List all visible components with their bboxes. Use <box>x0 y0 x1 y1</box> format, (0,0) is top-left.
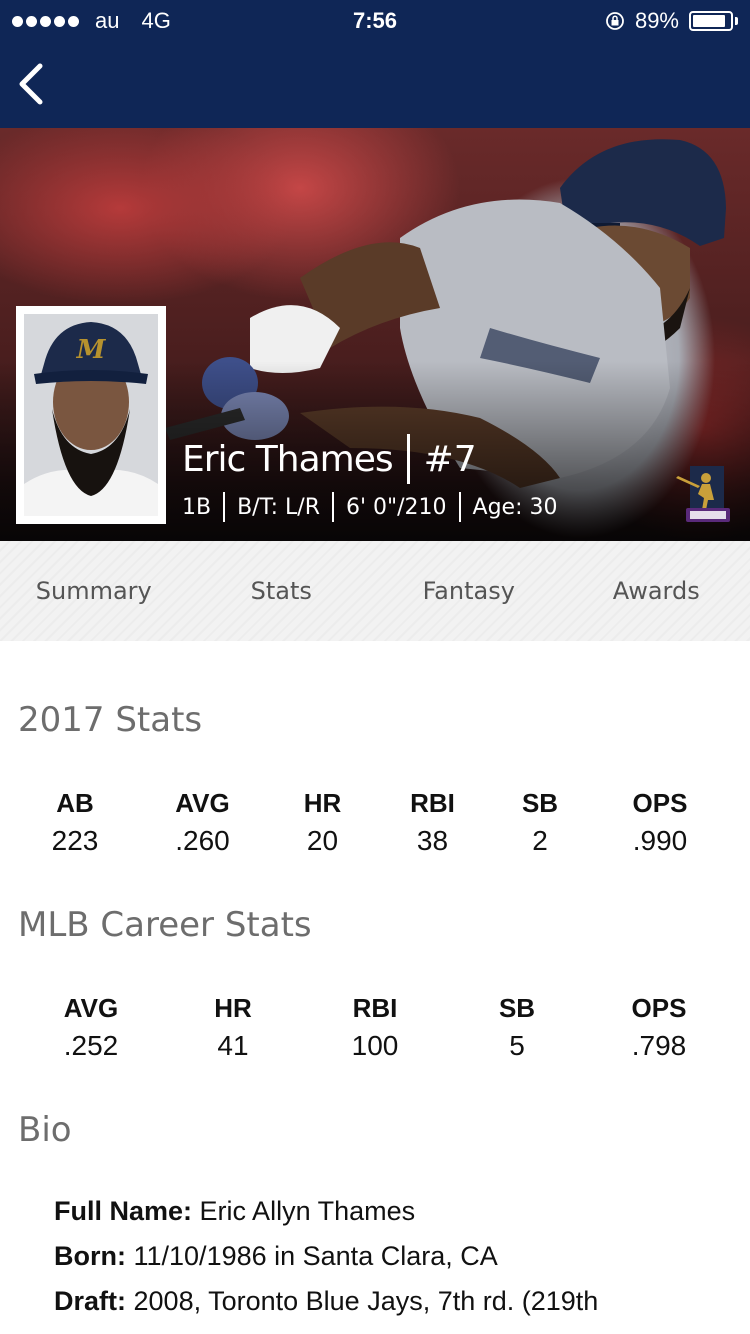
headshot-image: M <box>24 314 158 516</box>
season-stats-title: 2017 Stats <box>18 700 203 740</box>
stat-value: 41 <box>217 1030 249 1061</box>
stat-header: HR <box>214 993 252 1023</box>
season-stats-row: AB 223 AVG .260 HR 20 RBI 38 SB 2 OPS .990 <box>0 788 750 857</box>
stat-column: SB 5 <box>446 993 588 1062</box>
stat-header: AB <box>56 788 94 818</box>
stat-header: OPS <box>632 788 688 818</box>
battery-percent: 89% <box>634 8 679 33</box>
bio-draft: Draft: 2008, Toronto Blue Jays, 7th rd. … <box>54 1286 598 1317</box>
stat-value: 38 <box>416 825 449 856</box>
profile-tabs: Summary Stats Fantasy Awards <box>0 541 750 641</box>
stat-header: RBI <box>410 788 455 818</box>
bio-draft-label: Draft: <box>54 1286 126 1316</box>
status-bar: au 4G 7:56 89% <box>0 0 750 40</box>
stat-value: .252 <box>63 1030 119 1061</box>
player-headshot: M <box>16 306 166 524</box>
tab-awards[interactable]: Awards <box>563 577 750 605</box>
stat-column: RBI 100 <box>304 993 446 1062</box>
career-stats-row: AVG .252 HR 41 RBI 100 SB 5 OPS .798 <box>0 993 750 1062</box>
player-position: 1B <box>182 494 212 520</box>
player-hero-banner: M Eric Thames #7 1B B/T: L/R 6' 0"/210 A… <box>0 128 750 541</box>
stat-header: RBI <box>352 993 398 1023</box>
stat-header: SB <box>498 993 536 1023</box>
battery-icon <box>689 11 733 31</box>
bio-born: Born: 11/10/1986 in Santa Clara, CA <box>54 1241 498 1272</box>
bio-born-value: 11/10/1986 in Santa Clara, CA <box>133 1241 498 1271</box>
tab-stats[interactable]: Stats <box>188 577 376 605</box>
stat-column: AVG .252 <box>20 993 162 1062</box>
tab-fantasy[interactable]: Fantasy <box>375 577 563 605</box>
player-name: Eric Thames <box>182 438 394 480</box>
tab-summary[interactable]: Summary <box>0 577 188 605</box>
stat-header: SB <box>521 788 559 818</box>
stat-header: HR <box>303 788 342 818</box>
svg-text:M: M <box>76 335 107 365</box>
bio-full-name: Full Name: Eric Allyn Thames <box>54 1196 415 1227</box>
bio-full-name-value: Eric Allyn Thames <box>199 1196 416 1226</box>
stat-column: SB 2 <box>495 788 585 857</box>
stat-value: 5 <box>509 1030 525 1061</box>
nav-bar <box>0 40 750 128</box>
stat-header: AVG <box>175 788 230 818</box>
stat-value: .260 <box>175 825 230 856</box>
status-right: 89% <box>605 8 738 34</box>
bio-title: Bio <box>18 1110 72 1150</box>
stat-column: HR 41 <box>162 993 304 1062</box>
player-number: #7 <box>423 438 477 480</box>
bio-full-name-label: Full Name: <box>54 1196 193 1226</box>
stat-column: AVG .260 <box>130 788 275 857</box>
player-name-row: Eric Thames #7 <box>182 434 477 484</box>
stat-value: 20 <box>306 825 339 856</box>
stat-value: .990 <box>632 825 688 856</box>
stat-column: OPS .798 <box>588 993 730 1062</box>
stat-value: 223 <box>51 825 99 856</box>
player-meta: 1B B/T: L/R 6' 0"/210 Age: 30 <box>182 492 558 522</box>
bio-draft-value: 2008, Toronto Blue Jays, 7th rd. (219th <box>133 1286 599 1316</box>
mlb-players-logo-icon <box>676 466 730 522</box>
career-stats-title: MLB Career Stats <box>18 905 312 945</box>
stat-column: OPS .990 <box>585 788 735 857</box>
stat-value: .798 <box>631 1030 687 1061</box>
bio-born-label: Born: <box>54 1241 126 1271</box>
stat-header: OPS <box>631 993 687 1023</box>
rotation-lock-icon <box>606 12 624 30</box>
name-divider <box>406 434 410 484</box>
player-bats-throws: B/T: L/R <box>237 494 320 520</box>
stat-value: 2 <box>532 825 548 856</box>
player-height-weight: 6' 0"/210 <box>345 494 447 520</box>
stat-column: AB 223 <box>20 788 130 857</box>
stat-value: 100 <box>351 1030 399 1061</box>
player-age: Age: 30 <box>472 494 558 520</box>
stat-column: HR 20 <box>275 788 370 857</box>
stat-column: RBI 38 <box>370 788 495 857</box>
back-chevron-icon[interactable] <box>14 60 48 108</box>
stat-header: AVG <box>63 993 119 1023</box>
